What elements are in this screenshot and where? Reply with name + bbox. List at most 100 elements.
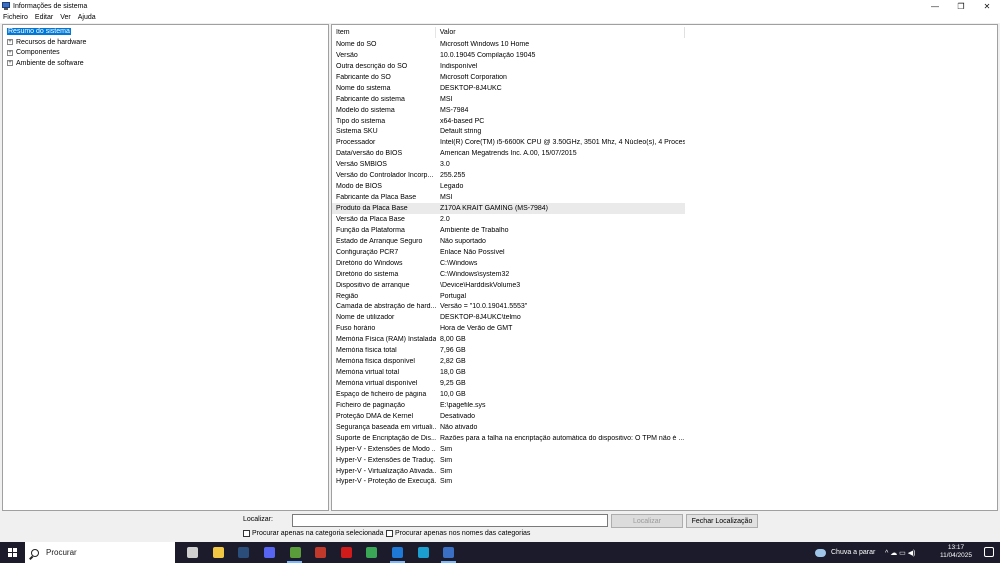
checkbox[interactable] [243, 530, 250, 537]
table-row[interactable]: Função da Plataforma Ambiente de Trabalho [332, 225, 685, 236]
table-row[interactable]: Hyper-V - Extensões de Traduç... Sim [332, 455, 685, 466]
table-row[interactable]: Proteção DMA de Kernel Desativado [332, 411, 685, 422]
table-row[interactable]: Sistema SKU Default string [332, 127, 685, 138]
menu-editar[interactable]: Editar [35, 14, 53, 21]
app-icon-red[interactable] [308, 542, 334, 563]
column-header-value[interactable]: Valor [436, 27, 684, 38]
table-row[interactable]: Fabricante da Placa Base MSI [332, 192, 685, 203]
table-row[interactable]: Estado de Arranque Seguro Não suportado [332, 236, 685, 247]
notification-icon[interactable] [984, 547, 994, 557]
table-row[interactable]: Segurança baseada em virtuali... Não ativ… [332, 422, 685, 433]
cell-item: Hyper-V - Extensões de Modo ... [336, 445, 436, 453]
menu-ficheiro[interactable]: Ficheiro [3, 14, 28, 21]
table-row[interactable]: Espaço de ficheiro de página 10,0 GB [332, 389, 685, 400]
chrome-icon[interactable] [359, 542, 385, 563]
close-find-button[interactable]: Fechar Localização [686, 514, 758, 528]
cell-value: 2,82 GB [440, 358, 466, 366]
table-row[interactable]: Configuração PCR7 Enlace Não Possível [332, 247, 685, 258]
start-button[interactable] [0, 542, 24, 563]
table-row[interactable]: Camada de abstração de hard... Versão = "… [332, 302, 685, 313]
cell-item: Versão SMBIOS [336, 161, 387, 169]
table-row[interactable]: Hyper-V - Virtualização Ativada... Sim [332, 466, 685, 477]
minecraft-icon[interactable] [282, 542, 308, 563]
cell-value: Não suportado [440, 237, 486, 245]
discord-icon[interactable] [257, 542, 283, 563]
table-row[interactable]: Fabricante do SO Microsoft Corporation [332, 72, 685, 83]
table-row[interactable]: Fabricante do sistema MSI [332, 94, 685, 105]
expand-icon[interactable]: + [7, 60, 13, 66]
table-row[interactable]: Nome de utilizador DESKTOP-8J4UKC\telmo [332, 312, 685, 323]
find-input[interactable] [292, 514, 608, 527]
cell-item: Nome de utilizador [336, 314, 395, 322]
close-button[interactable]: ✕ [974, 0, 1000, 12]
maximize-button[interactable]: ❐ [948, 0, 974, 12]
table-row[interactable]: Nome do sistema DESKTOP-8J4UKC [332, 83, 685, 94]
weather-widget[interactable]: Chuva a parar [815, 542, 875, 563]
option-label: Procurar apenas na categoria selecionada [252, 530, 384, 537]
search-icon [31, 548, 39, 557]
find-button[interactable]: Localizar [611, 514, 683, 528]
opera-icon[interactable] [334, 542, 360, 563]
table-row[interactable]: Versão da Placa Base 2.0 [332, 214, 685, 225]
expand-icon[interactable]: + [7, 39, 13, 45]
table-row[interactable]: Região Portugal [332, 291, 685, 302]
cell-item: Fabricante do sistema [336, 95, 405, 103]
cell-value: \Device\HarddiskVolume3 [440, 281, 521, 289]
system-info-icon[interactable] [436, 542, 462, 563]
cell-value: Sim [440, 478, 453, 486]
table-row[interactable]: Hyper-V - Proteção de Execuçã... Sim [332, 477, 685, 488]
cell-item: Hyper-V - Extensões de Traduç... [336, 456, 436, 464]
tree-item-ambiente-software[interactable]: + Ambiente de software [7, 59, 84, 68]
table-row[interactable]: Versão SMBIOS 3.0 [332, 159, 685, 170]
table-row[interactable]: Suporte de Encriptação de Dis... Razões p… [332, 433, 685, 444]
minimize-button[interactable]: — [922, 0, 948, 12]
table-row[interactable]: Ficheiro de paginação E:\pagefile.sys [332, 400, 685, 411]
file-explorer-icon[interactable] [206, 542, 232, 563]
details-list: Item Valor Nome do SO Microsoft Windows 1… [331, 24, 998, 511]
table-row[interactable]: Diretório do Windows C:\Windows [332, 258, 685, 269]
option-selected-category[interactable]: Procurar apenas na categoria selecionada [243, 530, 384, 537]
table-row[interactable]: Dispositivo de arranque \Device\HarddiskV… [332, 280, 685, 291]
menu-ver[interactable]: Ver [60, 14, 71, 21]
table-row[interactable]: Produto da Placa Base Z170A KRAIT GAMING … [332, 203, 685, 214]
task-view-icon[interactable] [180, 542, 206, 563]
table-row[interactable]: Tipo do sistema x64-based PC [332, 116, 685, 127]
checkbox[interactable] [386, 530, 393, 537]
table-row[interactable]: Modelo do sistema MS-7984 [332, 105, 685, 116]
menu-ajuda[interactable]: Ajuda [78, 14, 96, 21]
table-row[interactable]: Data/versão do BIOS American Megatrends I… [332, 148, 685, 159]
edge-icon[interactable] [410, 542, 436, 563]
table-row[interactable]: Memória virtual disponível 9,25 GB [332, 378, 685, 389]
tree-item-resumo[interactable]: Resumo do sistema [7, 27, 71, 36]
clock[interactable]: 13:17 11/04/2025 [936, 544, 976, 560]
cell-item: Região [336, 292, 359, 300]
steam-icon[interactable] [231, 542, 257, 563]
media-app-icon[interactable] [385, 542, 411, 563]
tree-item-recursos-hardware[interactable]: + Recursos de hardware [7, 38, 86, 47]
taskbar-search[interactable]: Procurar [25, 542, 175, 563]
column-header-item[interactable]: Item [332, 27, 436, 38]
cell-item: Diretório do Windows [336, 259, 403, 267]
table-row[interactable]: Versão do Controlador Incorp... 255.255 [332, 170, 685, 181]
table-row[interactable]: Memória virtual total 18,0 GB [332, 367, 685, 378]
table-row[interactable]: Hyper-V - Extensões de Modo ... Sim [332, 444, 685, 455]
cell-item: Processador [336, 139, 376, 147]
system-tray[interactable]: ^ ☁ ▭ ◀) [885, 542, 920, 563]
cell-item: Versão da Placa Base [336, 215, 405, 223]
table-row[interactable]: Nome do SO Microsoft Windows 10 Home [332, 39, 685, 50]
table-row[interactable]: Processador Intel(R) Core(TM) i5-6600K CP… [332, 137, 685, 148]
table-row[interactable]: Memória Física (RAM) Instalada 8,00 GB [332, 334, 685, 345]
tree-item-componentes[interactable]: + Componentes [7, 48, 60, 57]
table-row[interactable]: Memória física total 7,96 GB [332, 345, 685, 356]
cell-item: Modo de BIOS [336, 183, 382, 191]
cell-item: Memória virtual disponível [336, 380, 418, 388]
table-row[interactable]: Outra descrição do SO Indisponível [332, 61, 685, 72]
table-row[interactable]: Diretório do sistema C:\Windows\system32 [332, 269, 685, 280]
table-row[interactable]: Fuso horário Hora de Verão de GMT [332, 323, 685, 334]
tray-icons[interactable]: ^ ☁ ▭ ◀) [885, 549, 915, 557]
option-category-names[interactable]: Procurar apenas nos nomes das categorias [386, 530, 530, 537]
expand-icon[interactable]: + [7, 49, 13, 56]
table-row[interactable]: Memória física disponível 2,82 GB [332, 356, 685, 367]
table-row[interactable]: Modo de BIOS Legado [332, 181, 685, 192]
table-row[interactable]: Versão 10.0.19045 Compilação 19045 [332, 50, 685, 61]
